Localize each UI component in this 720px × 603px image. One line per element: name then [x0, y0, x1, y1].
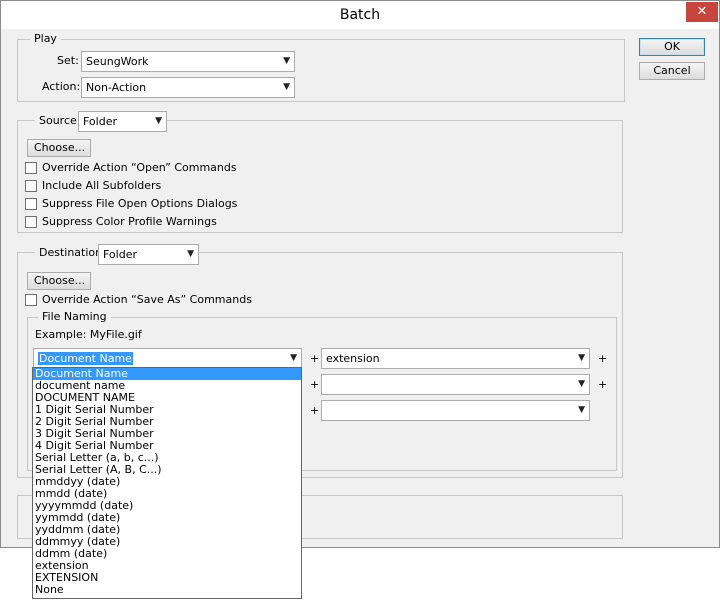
source-value: Folder: [83, 115, 117, 128]
chevron-down-icon: ▼: [578, 353, 585, 363]
destination-choose-button[interactable]: Choose...: [27, 272, 91, 290]
window-title: Batch: [339, 7, 381, 23]
chevron-down-icon: ▼: [155, 116, 162, 126]
include-subfolders-label: Include All Subfolders: [42, 179, 162, 192]
naming-dropdown-list[interactable]: Document Name document name DOCUMENT NAM…: [32, 367, 302, 599]
destination-select[interactable]: Folder ▼: [98, 244, 199, 265]
cancel-button[interactable]: Cancel: [639, 62, 705, 80]
example-text: Example: MyFile.gif: [35, 328, 142, 341]
override-save-as-checkbox[interactable]: Override Action “Save As” Commands: [25, 293, 252, 307]
chevron-down-icon: ▼: [283, 82, 290, 92]
set-select[interactable]: SeungWork ▼: [81, 51, 295, 72]
title-bar: Batch: [1, 1, 719, 29]
destination-value: Folder: [103, 248, 137, 261]
naming-field-4[interactable]: ▼: [321, 374, 590, 395]
plus-sign: +: [598, 352, 608, 365]
file-naming-legend: File Naming: [38, 310, 111, 324]
play-legend: Play: [30, 32, 61, 46]
suppress-color-warnings-checkbox[interactable]: Suppress Color Profile Warnings: [25, 215, 217, 229]
source-select[interactable]: Folder ▼: [78, 111, 167, 132]
override-open-label: Override Action “Open” Commands: [42, 161, 237, 174]
action-value: Non-Action: [86, 81, 147, 94]
chevron-down-icon: ▼: [578, 405, 585, 415]
override-save-as-label: Override Action “Save As” Commands: [42, 293, 252, 306]
ok-button[interactable]: OK: [639, 38, 705, 56]
plus-sign: +: [310, 352, 320, 365]
naming-field-2[interactable]: extension ▼: [321, 348, 590, 369]
close-icon[interactable]: ✕: [686, 2, 718, 22]
naming-field-1-value: Document Name: [38, 352, 133, 365]
override-open-checkbox[interactable]: Override Action “Open” Commands: [25, 161, 237, 175]
action-select[interactable]: Non-Action ▼: [81, 77, 295, 98]
dropdown-option[interactable]: EXTENSION: [33, 572, 301, 584]
suppress-color-warnings-label: Suppress Color Profile Warnings: [42, 215, 217, 228]
include-subfolders-checkbox[interactable]: Include All Subfolders: [25, 179, 161, 193]
plus-sign: +: [310, 378, 320, 391]
plus-sign: +: [310, 404, 320, 417]
naming-field-6[interactable]: ▼: [321, 400, 590, 421]
plus-sign: +: [598, 378, 608, 391]
dropdown-option[interactable]: None: [33, 584, 301, 596]
source-choose-button[interactable]: Choose...: [27, 139, 91, 157]
suppress-open-dialogs-label: Suppress File Open Options Dialogs: [42, 197, 238, 210]
set-value: SeungWork: [86, 55, 149, 68]
chevron-down-icon: ▼: [187, 249, 194, 259]
naming-field-2-value: extension: [326, 352, 380, 365]
chevron-down-icon: ▼: [283, 56, 290, 66]
suppress-open-dialogs-checkbox[interactable]: Suppress File Open Options Dialogs: [25, 197, 237, 211]
set-label: Set:: [57, 54, 79, 67]
chevron-down-icon: ▼: [578, 379, 585, 389]
chevron-down-icon: ▼: [290, 353, 297, 363]
action-label: Action:: [42, 80, 81, 93]
naming-field-1[interactable]: Document Name ▼: [33, 348, 302, 369]
